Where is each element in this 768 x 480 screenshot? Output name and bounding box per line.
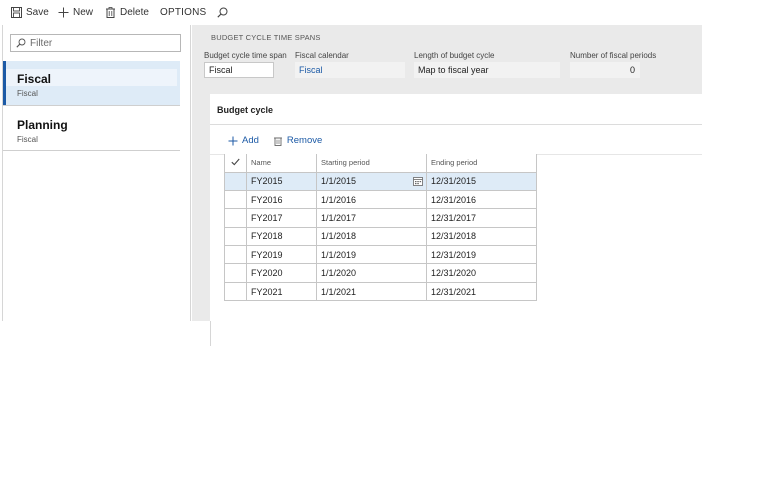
table-row[interactable]: FY2019 1/1/2019 12/31/2019 (224, 245, 537, 265)
column-header-name[interactable]: Name (246, 154, 317, 173)
table-row[interactable]: FY2020 1/1/2020 12/31/2020 (224, 263, 537, 283)
time-span-label: Budget cycle time span (204, 51, 287, 60)
row-selector[interactable] (224, 263, 247, 283)
cell-end[interactable]: 12/31/2017 (426, 208, 537, 228)
cell-start-value: 1/1/2015 (321, 176, 357, 187)
save-label: Save (26, 7, 49, 18)
length-value: Map to fiscal year (418, 65, 489, 75)
table-row[interactable]: FY2017 1/1/2017 12/31/2017 (224, 208, 537, 228)
cell-start[interactable]: 1/1/2021 (316, 281, 427, 302)
budget-cycle-grid: Name Starting period Ending period FY201… (224, 154, 537, 302)
checkmark-icon (231, 158, 240, 166)
row-selector[interactable] (224, 226, 247, 247)
add-button[interactable]: Add (228, 135, 259, 146)
list-item-subtitle: Fiscal (17, 89, 38, 98)
panel-border (210, 321, 211, 346)
new-button[interactable]: New (58, 0, 93, 25)
cell-name[interactable]: FY2016 (246, 189, 317, 210)
panel-title: Budget cycle (217, 105, 274, 115)
cell-name[interactable]: FY2021 (246, 281, 317, 302)
action-pane: Save New Delete OPTIONS (0, 0, 768, 25)
cell-name[interactable]: FY2017 (246, 208, 317, 228)
cell-end[interactable]: 12/31/2019 (426, 245, 537, 265)
column-header-end[interactable]: Ending period (426, 154, 537, 173)
section-heading: BUDGET CYCLE TIME SPANS (211, 33, 321, 42)
filter-input[interactable] (30, 37, 170, 49)
list-pane: Fiscal Fiscal Planning Fiscal (3, 25, 191, 321)
row-selector[interactable] (224, 245, 247, 265)
column-header-start[interactable]: Starting period (316, 154, 427, 173)
details-pane: BUDGET CYCLE TIME SPANS Budget cycle tim… (192, 25, 702, 346)
list-item-planning[interactable]: Planning Fiscal (3, 107, 180, 151)
divider (3, 105, 180, 106)
grid-header-row: Name Starting period Ending period (224, 154, 537, 173)
table-row[interactable]: FY2015 1/1/2015 12/31/2015 (224, 171, 537, 191)
calendar-icon[interactable] (413, 176, 423, 186)
fiscal-calendar-label: Fiscal calendar (295, 51, 349, 60)
cell-start[interactable]: 1/1/2019 (316, 245, 427, 265)
cell-start[interactable]: 1/1/2015 (316, 171, 427, 191)
cell-start[interactable]: 1/1/2016 (316, 189, 427, 210)
periods-field: 0 (570, 62, 640, 78)
cell-name[interactable]: FY2020 (246, 263, 317, 283)
list-item-subtitle: Fiscal (17, 135, 38, 144)
search-icon (16, 38, 26, 48)
select-all-column[interactable] (224, 154, 247, 173)
list-item-title: Fiscal (17, 72, 52, 86)
time-span-field[interactable]: Fiscal (204, 62, 274, 78)
remove-label: Remove (286, 135, 323, 146)
cell-name[interactable]: FY2019 (246, 245, 317, 265)
table-row[interactable]: FY2018 1/1/2018 12/31/2018 (224, 226, 537, 247)
list-item-fiscal[interactable]: Fiscal Fiscal (3, 61, 180, 105)
remove-button[interactable]: Remove (273, 135, 322, 146)
cell-end[interactable]: 12/31/2021 (426, 281, 537, 302)
options-label: OPTIONS (160, 7, 207, 18)
delete-button[interactable]: Delete (105, 0, 149, 25)
new-label: New (73, 7, 94, 18)
row-selector[interactable] (224, 281, 247, 302)
row-selector[interactable] (224, 189, 247, 210)
cell-end[interactable]: 12/31/2018 (426, 226, 537, 247)
trash-icon (273, 137, 282, 146)
cell-start[interactable]: 1/1/2017 (316, 208, 427, 228)
save-button[interactable]: Save (11, 0, 49, 25)
periods-value: 0 (629, 65, 635, 75)
search-button[interactable] (217, 0, 232, 25)
row-selector[interactable] (224, 171, 247, 191)
trash-icon (106, 7, 115, 18)
add-label: Add (242, 135, 259, 146)
row-selector[interactable] (224, 208, 247, 228)
fiscal-calendar-field[interactable]: Fiscal (295, 62, 405, 78)
table-row[interactable]: FY2016 1/1/2016 12/31/2016 (224, 189, 537, 210)
options-tab[interactable]: OPTIONS (160, 0, 206, 25)
fiscal-calendar-link[interactable]: Fiscal (299, 65, 323, 75)
cell-name[interactable]: FY2018 (246, 226, 317, 247)
time-span-value: Fiscal (209, 65, 233, 75)
divider (210, 124, 702, 125)
cell-start[interactable]: 1/1/2018 (316, 226, 427, 247)
cell-end[interactable]: 12/31/2016 (426, 189, 537, 210)
plus-icon (228, 136, 238, 145)
periods-label: Number of fiscal periods (570, 51, 657, 60)
cell-name[interactable]: FY2015 (246, 171, 317, 191)
filter-box[interactable] (10, 34, 181, 52)
list-item-title: Planning (17, 118, 68, 132)
length-label: Length of budget cycle (414, 51, 495, 60)
grid-actions: Add Remove (228, 135, 336, 146)
divider (3, 150, 180, 151)
plus-icon (58, 7, 69, 18)
table-row[interactable]: FY2021 1/1/2021 12/31/2021 (224, 281, 537, 302)
save-icon (11, 7, 22, 18)
budget-cycle-panel: Budget cycle Add Remove Name Starting pe… (210, 94, 702, 321)
cell-end[interactable]: 12/31/2020 (426, 263, 537, 283)
length-field[interactable]: Map to fiscal year (414, 62, 560, 78)
cell-start[interactable]: 1/1/2020 (316, 263, 427, 283)
cell-end[interactable]: 12/31/2015 (426, 171, 537, 191)
search-icon (217, 7, 228, 18)
delete-label: Delete (120, 7, 149, 18)
